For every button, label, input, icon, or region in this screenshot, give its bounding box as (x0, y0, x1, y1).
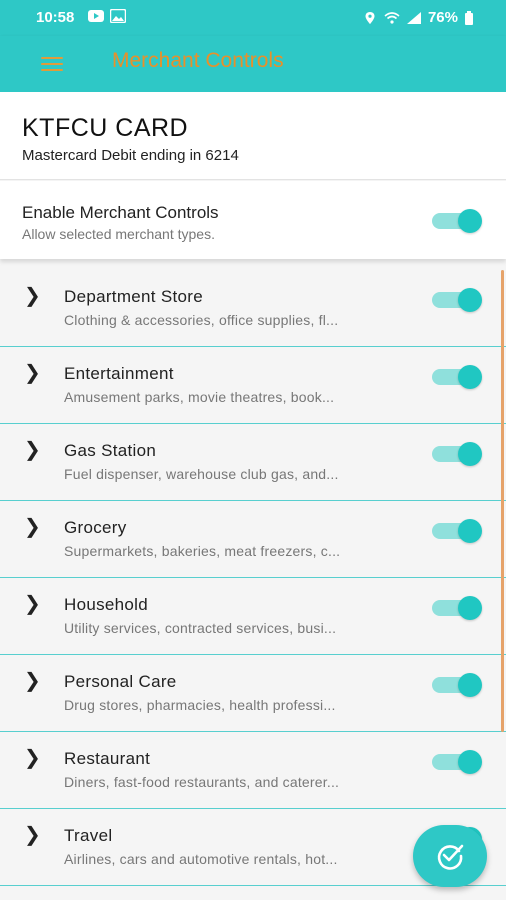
merchant-description: Drug stores, pharmacies, health professi… (64, 697, 336, 713)
merchant-row-personal-care[interactable]: ❯ Personal Care Drug stores, pharmacies,… (0, 655, 506, 732)
toggle-thumb (458, 750, 482, 774)
youtube-icon (88, 10, 104, 22)
merchant-description: Diners, fast-food restaurants, and cater… (64, 774, 340, 790)
hamburger-icon (41, 57, 63, 59)
notification-icons (88, 9, 126, 23)
merchant-toggle-personal-care[interactable] (430, 669, 486, 699)
app-bar: Merchant Controls (0, 36, 506, 92)
merchant-toggle-gas-station[interactable] (430, 438, 486, 468)
merchant-title: Department Store (64, 287, 203, 306)
enable-merchant-controls-toggle[interactable] (430, 205, 486, 235)
scrollbar[interactable] (501, 270, 504, 732)
merchant-toggle-entertainment[interactable] (430, 361, 486, 391)
toggle-thumb (458, 673, 482, 697)
merchant-title: Gas Station (64, 441, 157, 460)
merchant-toggle-restaurant[interactable] (430, 746, 486, 776)
merchant-title: Personal Care (64, 672, 177, 691)
merchant-title: Restaurant (64, 749, 151, 768)
wifi-icon (384, 11, 400, 24)
battery-icon (465, 10, 473, 25)
toggle-thumb (458, 596, 482, 620)
merchant-toggle-grocery[interactable] (430, 515, 486, 545)
chevron-right-icon[interactable]: ❯ (24, 822, 41, 846)
merchant-title: Entertainment (64, 364, 174, 383)
chevron-right-icon[interactable]: ❯ (24, 668, 41, 692)
toggle-thumb (458, 288, 482, 312)
chevron-right-icon[interactable]: ❯ (24, 360, 41, 384)
chevron-right-icon[interactable]: ❯ (24, 591, 41, 615)
merchant-description: Airlines, cars and automotive rentals, h… (64, 851, 338, 867)
battery-percent: 76% (427, 9, 458, 26)
card-name: KTFCU CARD (22, 114, 189, 142)
merchant-title: Travel (64, 826, 113, 845)
merchant-description: Fuel dispenser, warehouse club gas, and.… (64, 466, 339, 482)
merchant-row-grocery[interactable]: ❯ Grocery Supermarkets, bakeries, meat f… (0, 501, 506, 578)
status-time: 10:58 (36, 9, 75, 26)
enable-subtitle: Allow selected merchant types. (22, 226, 215, 242)
merchant-row-department-store[interactable]: ❯ Department Store Clothing & accessorie… (0, 270, 506, 347)
merchant-row-entertainment[interactable]: ❯ Entertainment Amusement parks, movie t… (0, 347, 506, 424)
chevron-right-icon[interactable]: ❯ (24, 437, 41, 461)
chevron-right-icon[interactable]: ❯ (24, 283, 41, 307)
hamburger-icon-line (41, 69, 63, 71)
card-subtitle: Mastercard Debit ending in 6214 (22, 147, 239, 164)
merchant-description: Utility services, contracted services, b… (64, 620, 337, 636)
save-fab-button[interactable] (413, 825, 487, 887)
enable-title: Enable Merchant Controls (22, 203, 219, 222)
merchant-row-household[interactable]: ❯ Household Utility services, contracted… (0, 578, 506, 655)
merchant-description: Supermarkets, bakeries, meat freezers, c… (64, 543, 341, 559)
merchant-row-gas-station[interactable]: ❯ Gas Station Fuel dispenser, warehouse … (0, 424, 506, 501)
chevron-right-icon[interactable]: ❯ (24, 514, 41, 538)
merchant-title: Grocery (64, 518, 127, 537)
merchant-list: ❯ Department Store Clothing & accessorie… (0, 270, 506, 886)
check-circle-icon (437, 844, 464, 870)
merchant-row-restaurant[interactable]: ❯ Restaurant Diners, fast-food restauran… (0, 732, 506, 809)
status-bar: 10:58 76% (0, 0, 506, 36)
merchant-toggle-department-store[interactable] (430, 284, 486, 314)
location-icon (365, 11, 375, 24)
toggle-thumb (458, 442, 482, 466)
hamburger-menu-button[interactable] (38, 52, 68, 76)
merchant-toggle-household[interactable] (430, 592, 486, 622)
toggle-thumb (458, 519, 482, 543)
system-icons: 76% (362, 9, 474, 26)
card-header: KTFCU CARD Mastercard Debit ending in 62… (0, 92, 506, 180)
merchant-description: Clothing & accessories, office supplies,… (64, 312, 339, 328)
merchant-description: Amusement parks, movie theatres, book... (64, 389, 335, 405)
chevron-right-icon[interactable]: ❯ (24, 745, 41, 769)
gallery-icon (110, 9, 126, 23)
toggle-thumb (458, 209, 482, 233)
merchant-title: Household (64, 595, 148, 614)
toggle-thumb (458, 365, 482, 389)
signal-icon (406, 11, 421, 24)
hamburger-icon-line (41, 63, 63, 65)
page-title: Merchant Controls (112, 49, 284, 72)
enable-merchant-controls-row: Enable Merchant Controls Allow selected … (0, 181, 506, 259)
